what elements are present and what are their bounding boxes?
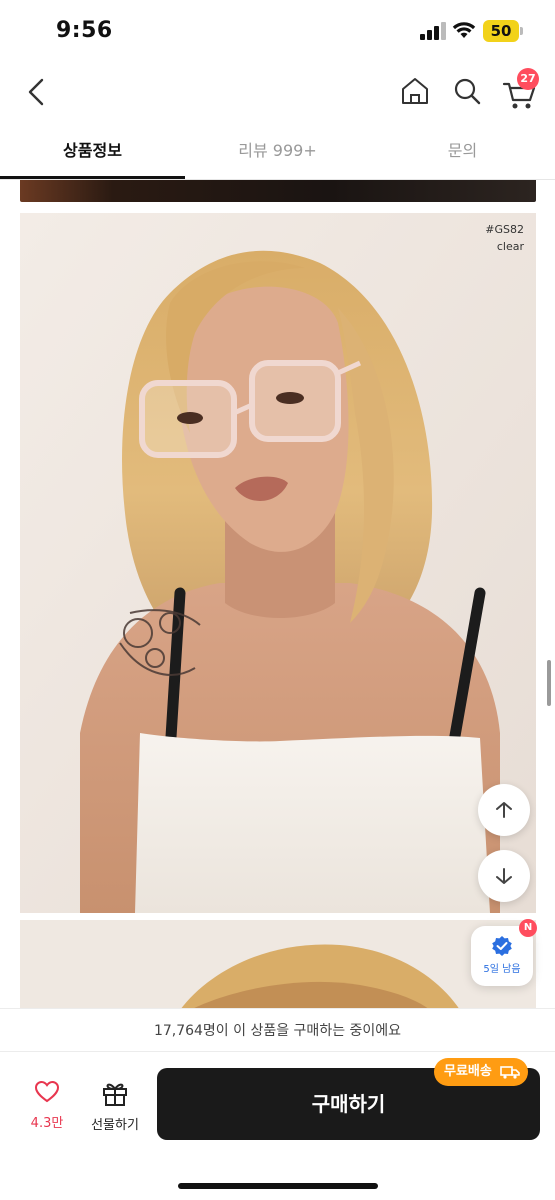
product-photo-model: #GS82 clear [20, 213, 536, 913]
tab-inquiry[interactable]: 문의 [370, 122, 555, 180]
gift-label: 선물하기 [91, 1118, 139, 1133]
cellular-signal-icon [420, 22, 446, 40]
chevron-left-icon[interactable] [20, 72, 56, 112]
scroll-down-button[interactable] [478, 850, 530, 902]
arrow-down-icon [496, 868, 512, 884]
free-shipping-label: 무료배송 [444, 1064, 492, 1079]
like-button[interactable]: 4.3만 [22, 1080, 72, 1136]
photo-tag: #GS82 clear [485, 221, 524, 255]
tab-product-info[interactable]: 상품정보 [0, 122, 185, 180]
status-time: 9:56 [56, 18, 113, 43]
home-icon[interactable] [398, 74, 432, 108]
wifi-icon [452, 22, 476, 38]
tab-reviews[interactable]: 리뷰 999+ [185, 122, 370, 180]
gift-icon [103, 1083, 127, 1106]
cart-count-badge: 27 [517, 68, 539, 90]
heart-icon [34, 1080, 60, 1103]
top-nav-bar [0, 62, 555, 122]
active-tab-indicator [0, 176, 185, 179]
home-indicator [178, 1183, 378, 1189]
model-illustration [20, 213, 536, 913]
coupon-remaining-label: 5일 남음 [483, 964, 521, 975]
free-shipping-badge: 무료배송 [434, 1058, 528, 1086]
product-photo-next [20, 920, 536, 1010]
like-count: 4.3만 [30, 1116, 64, 1131]
scrollbar-thumb[interactable] [547, 660, 551, 706]
battery-indicator: 50 [483, 20, 523, 42]
product-photo-previous [20, 180, 536, 202]
new-badge: N [519, 919, 537, 937]
status-bar: 9:56 50 [0, 0, 555, 62]
product-detail-screen: 9:56 50 27 상품정보 리뷰 999+ 문의 #GS82 clear 5… [0, 0, 555, 1200]
truck-icon [500, 1066, 520, 1079]
verified-badge-icon [492, 936, 512, 956]
gift-button[interactable]: 선물하기 [84, 1080, 146, 1136]
product-color: clear [496, 240, 524, 253]
search-icon[interactable] [450, 74, 484, 108]
scroll-up-button[interactable] [478, 784, 530, 836]
battery-level: 50 [490, 22, 512, 40]
product-tabs: 상품정보 리뷰 999+ 문의 [0, 122, 555, 180]
arrow-up-icon [496, 802, 512, 818]
next-photo-illustration [20, 920, 536, 1010]
purchase-count-banner: 17,764명이 이 상품을 구매하는 중이에요 [0, 1008, 555, 1052]
product-code: #GS82 [485, 223, 524, 236]
